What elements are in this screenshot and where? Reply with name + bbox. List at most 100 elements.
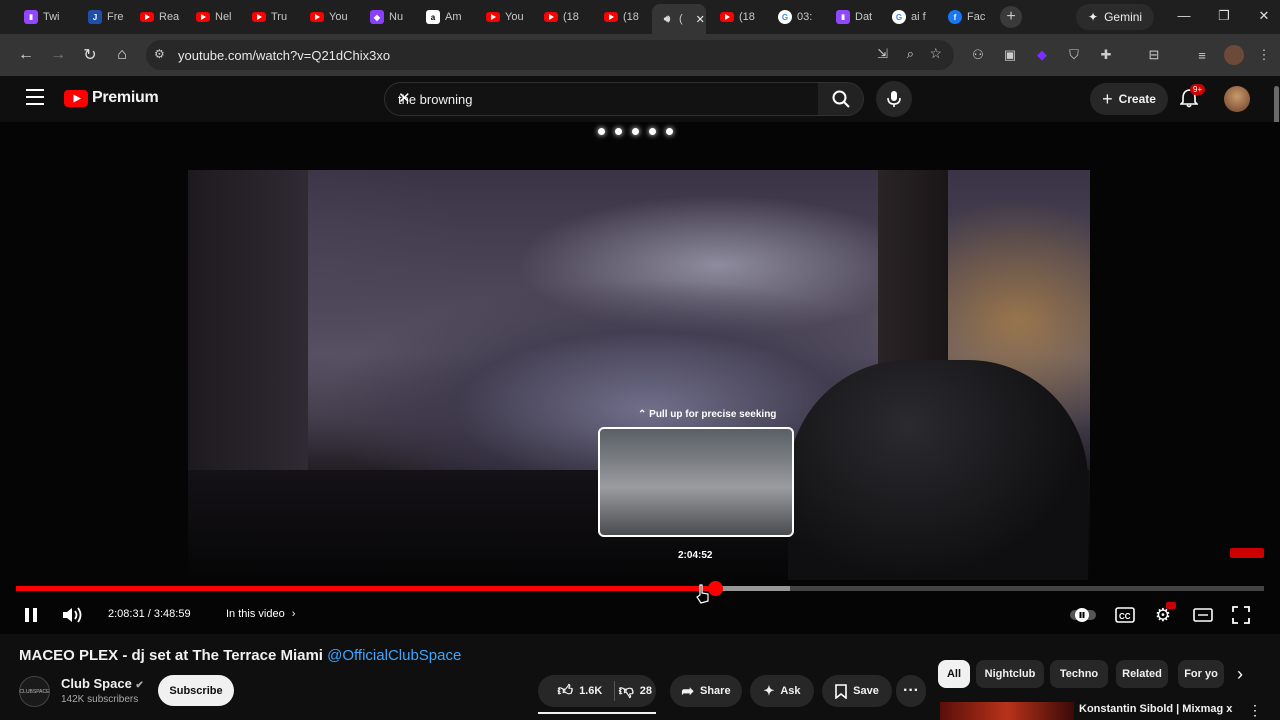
clear-search-icon[interactable]: ✕ [398, 89, 809, 107]
autoplay-toggle[interactable] [1070, 602, 1096, 628]
captions-icon: CC [1115, 607, 1135, 623]
seek-preview-time: 2:04:52 [678, 550, 713, 561]
mute-button[interactable] [60, 602, 86, 628]
gemini-button[interactable]: ✦ Gemini [1076, 4, 1155, 30]
facebook-icon: f [948, 10, 962, 24]
extensions-puzzle-icon[interactable]: ✚ [1096, 45, 1116, 65]
channel-handle-link[interactable]: @OfficialClubSpace [327, 647, 461, 664]
extension-purple-icon[interactable]: ◆ [1032, 45, 1052, 65]
google-icon: G [778, 10, 792, 24]
extension-robot-icon[interactable]: ▣ [1000, 45, 1020, 65]
forward-icon[interactable]: → [46, 43, 70, 67]
save-label: Save [853, 685, 879, 697]
install-app-icon[interactable]: ⇲ [877, 46, 888, 62]
search-button[interactable] [818, 82, 864, 116]
browser-tab[interactable]: You [478, 4, 532, 30]
subscribe-button[interactable]: Subscribe [158, 675, 234, 706]
tab-search-icon[interactable]: ⊟ [1144, 45, 1164, 65]
browser-tab[interactable]: G 03: [770, 4, 824, 30]
channel-avatar[interactable]: CLUBSPACE [19, 676, 50, 707]
theater-icon [1193, 608, 1213, 622]
next-video-thumbnail[interactable] [940, 702, 1074, 720]
minimize-icon[interactable]: — [1174, 8, 1194, 23]
next-video-title[interactable]: Konstantin Sibold | Mixmag x [1079, 703, 1232, 715]
voice-search-button[interactable] [876, 81, 912, 117]
close-tab-icon[interactable]: ✕ [696, 13, 705, 26]
sparkle-icon: ✦ [763, 683, 775, 698]
home-icon[interactable]: ⌂ [110, 43, 134, 67]
browser-tab-label: Am [445, 11, 462, 23]
dislike-button[interactable]: 👎︎ 28 [615, 675, 656, 707]
progress-bar[interactable] [16, 581, 1264, 596]
extension-glasses-icon[interactable]: ⚇ [968, 45, 988, 65]
zoom-icon[interactable]: ⌕ [907, 46, 914, 62]
hamburger-menu-icon[interactable] [26, 89, 44, 105]
autoplay-icon [1070, 608, 1096, 622]
settings-button[interactable]: ⚙ [1150, 602, 1176, 628]
browser-tab[interactable]: ▮ Twi [16, 4, 74, 30]
bookmark-star-icon[interactable]: ☆ [929, 45, 942, 62]
omnibox[interactable]: ⚙ youtube.com/watch?v=Q21dChix3xo ⇲ ⌕ ☆ [146, 40, 954, 70]
video-player[interactable]: ⌃ Pull up for precise seeking 2:04:52 2:… [0, 122, 1280, 634]
youtube-logo[interactable]: Premium [64, 89, 159, 107]
next-video-menu-icon[interactable]: ⋮ [1248, 702, 1262, 719]
browser-tab[interactable]: J Fre [80, 4, 128, 30]
extension-shield-icon[interactable]: ⛉ [1064, 45, 1084, 65]
chapters-button[interactable]: In this video › [226, 608, 295, 620]
theater-mode-button[interactable] [1190, 602, 1216, 628]
profile-avatar[interactable] [1224, 45, 1244, 65]
browser-tab[interactable]: (18 [536, 4, 592, 30]
filter-chip[interactable]: Nightclub [976, 660, 1044, 688]
filter-chip[interactable]: For yo [1178, 660, 1224, 688]
account-avatar[interactable] [1224, 86, 1250, 112]
browser-menu-icon[interactable]: ⋮ [1254, 45, 1274, 65]
pause-button[interactable] [18, 602, 44, 628]
gemini-label: Gemini [1104, 10, 1143, 24]
browser-tab[interactable]: Gai f [884, 4, 936, 30]
filter-chip[interactable]: All [938, 660, 970, 688]
browser-tab[interactable]: You [302, 4, 358, 30]
address-bar-row: ← → ↻ ⌂ ⚙ youtube.com/watch?v=Q21dChix3x… [0, 34, 1280, 76]
reload-icon[interactable]: ↻ [78, 43, 102, 67]
filter-chip[interactable]: Related [1116, 660, 1168, 688]
browser-tab[interactable]: (18 [712, 4, 766, 30]
subscribe-watermark[interactable] [1230, 548, 1264, 558]
share-button[interactable]: ➦ Share [670, 675, 742, 707]
browser-tab[interactable]: Tru [244, 4, 298, 30]
browser-tab[interactable]: ▮ Dat [828, 4, 880, 30]
url-text[interactable]: youtube.com/watch?v=Q21dChix3xo [178, 48, 390, 63]
channel-name-link[interactable]: Club Space ✔ [61, 676, 144, 691]
captions-button[interactable]: CC [1112, 602, 1138, 628]
restore-icon[interactable]: ❐ [1214, 8, 1234, 24]
gemini-icon: ✦ [1088, 10, 1099, 24]
video-title: MACEO PLEX - dj set at The Terrace Miami… [19, 647, 461, 664]
like-button[interactable]: 👍︎ 1.6K [546, 675, 614, 707]
notifications-button[interactable]: 9+ [1179, 84, 1206, 113]
scrubber-handle[interactable] [708, 581, 724, 596]
fullscreen-button[interactable] [1228, 602, 1254, 628]
youtube-icon [196, 12, 210, 22]
filter-chip[interactable]: Techno [1050, 660, 1108, 688]
share-label: Share [700, 685, 731, 697]
browser-tab[interactable]: ◆ Nu [362, 4, 414, 30]
media-controls-icon[interactable]: ≡ [1192, 45, 1212, 65]
new-tab-button[interactable]: + [1000, 6, 1022, 28]
j-icon: J [88, 10, 102, 24]
browser-tab[interactable]: f Fac [940, 4, 992, 30]
browser-tab[interactable]: (18 [596, 4, 648, 30]
ask-button[interactable]: ✦ Ask [750, 675, 814, 707]
browser-tab[interactable]: 🔊︎ (✕ [652, 4, 706, 34]
search-input[interactable]: the browning ✕ [384, 82, 822, 116]
browser-tab[interactable]: Nel [188, 4, 240, 30]
more-actions-button[interactable]: ··· [896, 675, 926, 707]
browser-tab[interactable]: Rea [132, 4, 184, 30]
close-window-icon[interactable]: ✕ [1254, 8, 1274, 24]
browser-tab[interactable]: a Am [418, 4, 474, 30]
site-settings-icon[interactable]: ⚙ [154, 47, 165, 61]
chips-next-icon[interactable]: › [1230, 664, 1250, 684]
create-button[interactable]: + Create [1090, 83, 1168, 115]
dislike-count: 28 [639, 685, 653, 697]
back-icon[interactable]: ← [14, 43, 38, 67]
save-button[interactable]: Save [822, 675, 892, 707]
youtube-play-icon [64, 89, 88, 107]
